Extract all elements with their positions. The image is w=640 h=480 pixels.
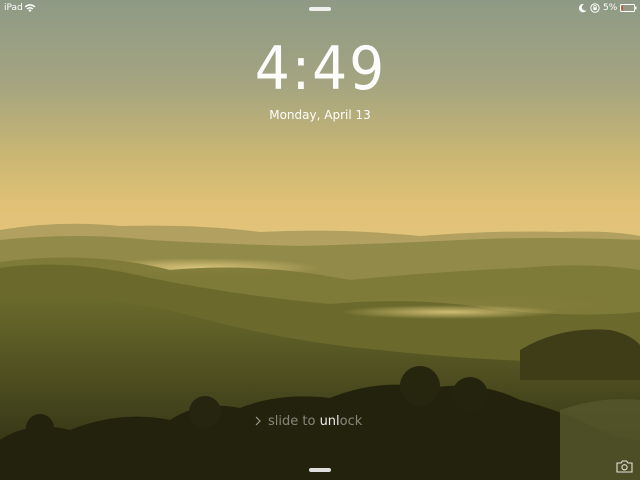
slide-to-unlock[interactable]: slide to unlock <box>254 412 384 432</box>
lock-time-text: 4:49 <box>254 34 386 104</box>
carrier-label: iPad <box>4 3 23 13</box>
slide-to-unlock-highlight: unl <box>319 414 340 429</box>
battery-icon <box>620 4 637 12</box>
wifi-icon <box>24 4 36 12</box>
battery-percent: 5% <box>603 3 618 13</box>
control-center-grabber[interactable] <box>309 468 331 472</box>
slide-to-unlock-prefix: slide to <box>268 414 320 429</box>
rotation-lock-icon <box>590 3 600 13</box>
lock-time: 4:49 <box>0 34 640 104</box>
lock-screen: iPad 5% 4:49 Monday, April 13 slide to u… <box>0 0 640 480</box>
lock-date: Monday, April 13 <box>269 108 371 122</box>
notification-center-grabber[interactable] <box>309 7 331 11</box>
moon-icon <box>578 3 587 13</box>
slide-to-unlock-suffix: ock <box>339 414 363 429</box>
chevron-right-icon <box>255 416 261 426</box>
camera-icon[interactable] <box>616 460 633 473</box>
